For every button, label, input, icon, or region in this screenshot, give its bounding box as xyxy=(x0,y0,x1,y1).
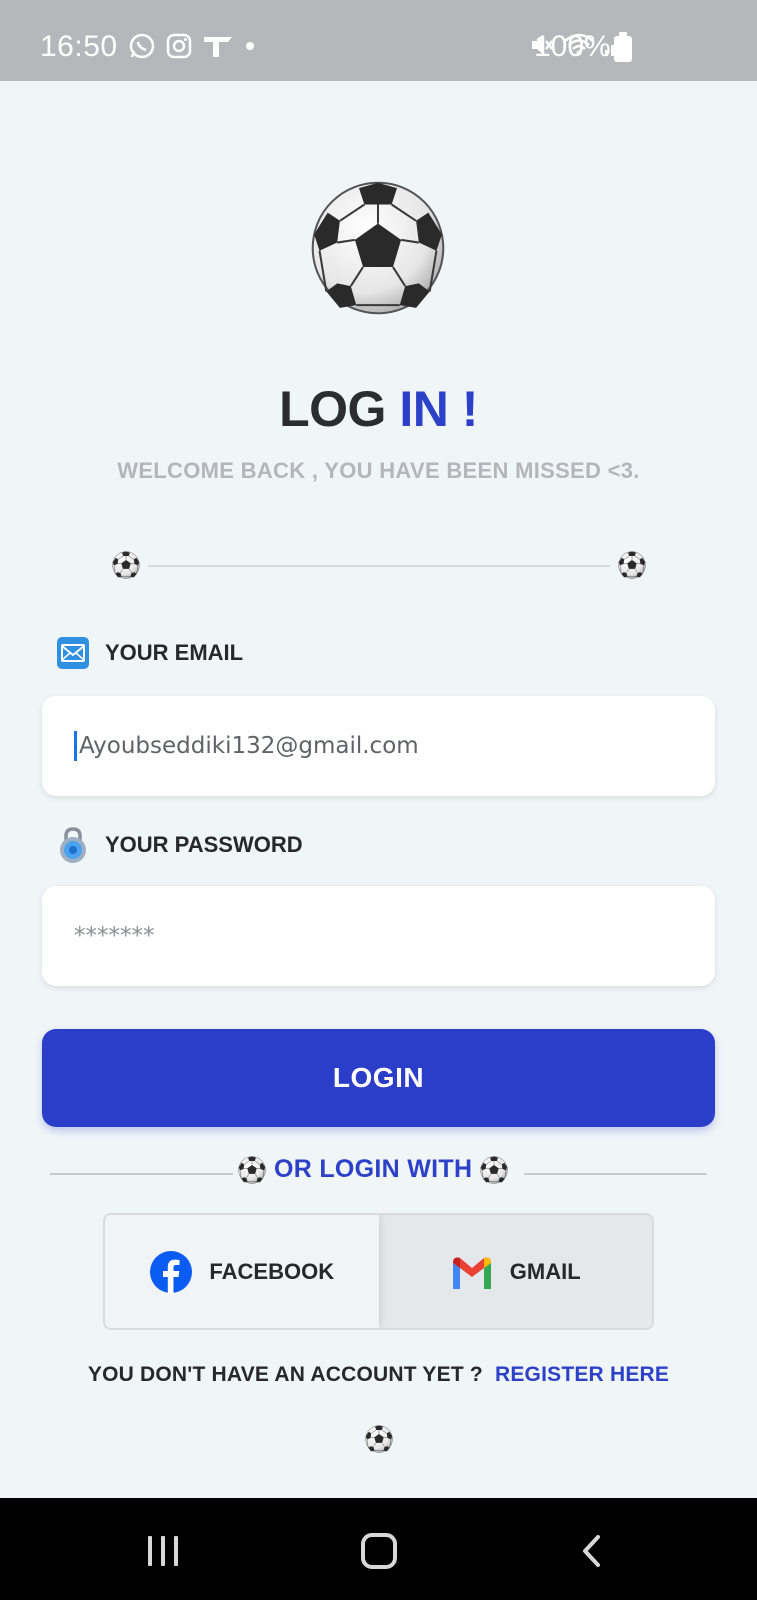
text-cursor xyxy=(74,731,77,761)
title-part-1: LOG xyxy=(279,381,386,437)
decorative-divider xyxy=(112,551,646,579)
gmail-login-button[interactable]: GMAIL xyxy=(378,1215,652,1328)
or-login-with-text: OR LOGIN WITH xyxy=(274,1155,473,1183)
lock-icon xyxy=(60,827,86,863)
battery-icon xyxy=(614,32,632,62)
notification-icons xyxy=(128,32,256,60)
password-field[interactable] xyxy=(74,923,674,949)
whatsapp-icon xyxy=(129,33,155,59)
app-icon xyxy=(204,37,232,57)
password-label-text: YOUR PASSWORD xyxy=(105,832,303,857)
gmail-icon xyxy=(452,1257,491,1289)
gmail-label: GMAIL xyxy=(509,1258,581,1284)
login-button[interactable]: LOGIN xyxy=(42,1029,715,1127)
email-label: YOUR EMAIL xyxy=(57,637,243,669)
social-login-buttons: FACEBOOK GMAIL xyxy=(103,1213,654,1330)
soccer-ball-icon xyxy=(365,1425,393,1453)
recent-apps-button[interactable] xyxy=(148,1536,178,1566)
password-field-container xyxy=(42,886,715,986)
divider-line-left xyxy=(50,1173,233,1175)
facebook-label: FACEBOOK xyxy=(209,1258,335,1284)
soccer-ball-icon xyxy=(480,1156,508,1184)
register-prompt-text: YOU DON'T HAVE AN ACCOUNT YET ? xyxy=(87,1363,483,1386)
or-login-with-label: OR LOGIN WITH xyxy=(238,1155,508,1184)
email-label-text: YOUR EMAIL xyxy=(105,640,244,665)
page-title: LOG IN ! xyxy=(0,380,757,438)
facebook-login-button[interactable]: FACEBOOK xyxy=(105,1215,379,1328)
email-field-container xyxy=(42,696,715,796)
page-subtitle: WELCOME BACK , YOU HAVE BEEN MISSED <3. xyxy=(117,458,640,483)
home-button[interactable] xyxy=(361,1533,397,1569)
instagram-icon xyxy=(166,33,192,59)
envelope-icon xyxy=(57,637,89,669)
dot-icon xyxy=(246,42,254,50)
back-button[interactable] xyxy=(580,1534,602,1568)
facebook-icon xyxy=(150,1250,193,1294)
title-part-2: IN ! xyxy=(399,381,478,437)
soccer-ball-icon xyxy=(112,551,140,579)
battery-percent: 100% xyxy=(534,30,611,63)
register-link[interactable]: REGISTER HERE xyxy=(495,1363,669,1386)
divider-line-right xyxy=(524,1173,707,1175)
soccer-ball-icon xyxy=(618,551,646,579)
email-field[interactable] xyxy=(79,733,679,759)
or-login-with-divider: OR LOGIN WITH xyxy=(50,1155,707,1191)
password-label: YOUR PASSWORD xyxy=(57,826,303,864)
soccer-ball-icon xyxy=(238,1156,266,1184)
soccer-ball-logo xyxy=(310,180,446,316)
navigation-bar xyxy=(0,1498,757,1600)
divider-line xyxy=(148,565,610,567)
status-bar: 16:50 100% xyxy=(0,0,757,81)
status-time: 16:50 xyxy=(40,30,118,63)
register-prompt: YOU DON'T HAVE AN ACCOUNT YET ? REGISTER… xyxy=(0,1363,757,1387)
